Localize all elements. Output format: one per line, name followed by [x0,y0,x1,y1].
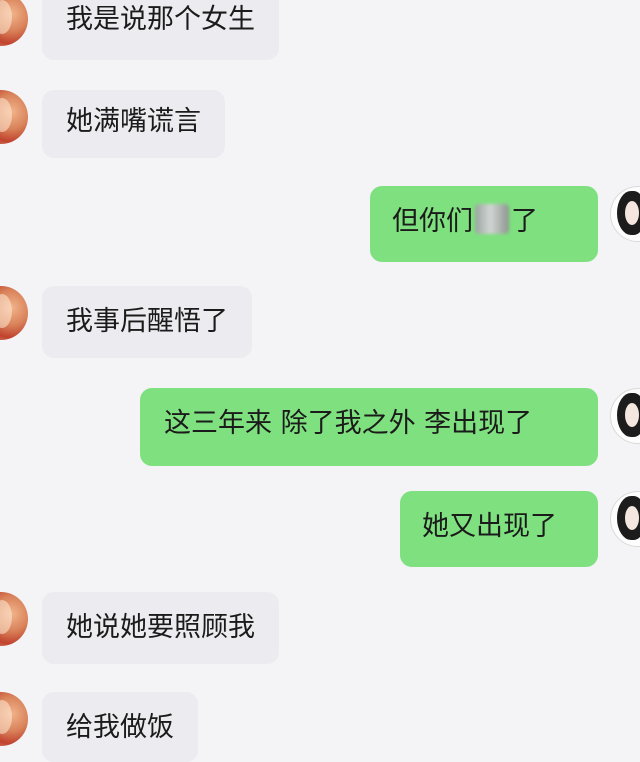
message-text-before: 但你们 [392,206,473,237]
message-bubble-sent[interactable]: 她又出现了 [400,491,598,567]
message-row: 她满嘴谎言 [0,90,640,158]
message-bubble-sent[interactable]: 但你们 了 [370,186,598,262]
contact-avatar[interactable] [0,90,28,144]
message-bubble-received[interactable]: 给我做饭 [42,692,198,762]
message-text: 她说她要照顾我 [66,612,255,643]
message-text: 这三年来 除了我之外 李出现了 [164,408,533,439]
contact-avatar[interactable] [0,0,28,46]
message-row: 给我做饭 [0,692,640,762]
message-bubble-received[interactable]: 我事后醒悟了 [42,286,252,358]
message-row: 这三年来 除了我之外 李出现了 [0,388,640,466]
message-text: 我事后醒悟了 [66,306,228,337]
contact-avatar[interactable] [0,286,28,340]
user-avatar[interactable] [610,388,640,444]
message-bubble-sent[interactable]: 这三年来 除了我之外 李出现了 [140,388,598,466]
contact-avatar[interactable] [0,592,28,646]
message-text: 她又出现了 [422,511,557,542]
user-avatar[interactable] [610,186,640,242]
user-avatar[interactable] [610,491,640,547]
message-row: 她又出现了 [0,491,640,567]
message-row: 我事后醒悟了 [0,286,640,358]
message-bubble-received[interactable]: 她说她要照顾我 [42,592,279,664]
message-row: 我是说那个女生 [0,0,640,60]
censored-blur [475,204,509,234]
message-bubble-received[interactable]: 我是说那个女生 [42,0,279,60]
message-text: 我是说那个女生 [66,4,255,35]
message-row: 但你们 了 [0,186,640,262]
message-bubble-received[interactable]: 她满嘴谎言 [42,90,225,158]
contact-avatar[interactable] [0,692,28,746]
message-row: 她说她要照顾我 [0,592,640,664]
chat-conversation: 我是说那个女生 她满嘴谎言 但你们 了 我事后醒悟了 这三年来 除了我之外 李出现… [0,0,640,762]
message-text-after: 了 [511,206,538,237]
message-text: 她满嘴谎言 [66,106,201,137]
message-text: 给我做饭 [66,712,174,743]
